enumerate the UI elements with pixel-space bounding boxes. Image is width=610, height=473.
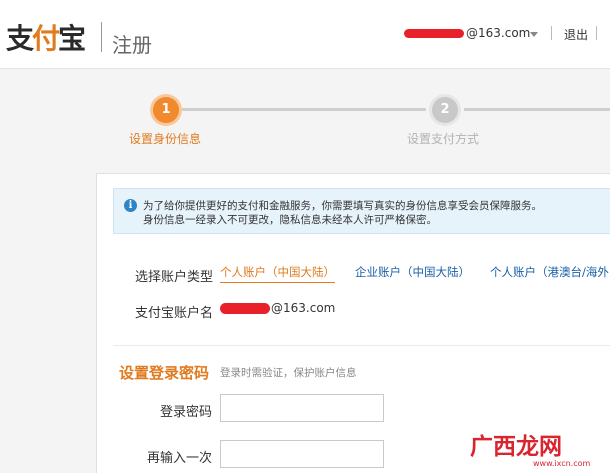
step-1-label: 设置身份信息	[129, 132, 202, 146]
account-name-label: 支付宝账户名	[135, 306, 214, 321]
header-separator	[596, 26, 597, 40]
header-divider	[101, 22, 102, 52]
confirm-password-label: 再输入一次	[147, 451, 213, 466]
site-watermark: 广西龙网	[470, 434, 562, 460]
account-name-domain: @163.com	[271, 301, 336, 315]
step-progress-line	[182, 108, 426, 111]
step-progress-line	[464, 108, 610, 111]
logo-char-1: 支	[6, 22, 34, 55]
account-type-label: 选择账户类型	[135, 270, 214, 285]
password-section-hint: 登录时需验证，保护账户信息	[220, 367, 357, 379]
confirm-password-input[interactable]	[220, 440, 384, 468]
site-watermark-url: www.ixcn.com	[533, 459, 591, 468]
step-1-indicator: 1	[153, 97, 179, 123]
page-title: 注册	[112, 33, 152, 57]
redacted-account-name	[220, 303, 270, 314]
account-type-personal-overseas[interactable]: 个人账户（港澳台/海外	[490, 264, 609, 280]
header-separator	[551, 26, 552, 40]
login-password-label: 登录密码	[160, 405, 213, 420]
logout-link[interactable]: 退出	[564, 26, 588, 43]
alipay-logo[interactable]: 支付宝	[6, 17, 86, 57]
notice-text-line-1: 为了给你提供更好的支付和金融服务，你需要填写真实的身份信息享受会员保障服务。	[143, 200, 542, 212]
account-type-enterprise-mainland[interactable]: 企业账户（中国大陆）	[355, 264, 470, 280]
info-icon: i	[124, 199, 137, 212]
info-notice: i 为了给你提供更好的支付和金融服务，你需要填写真实的身份信息享受会员保障服务。…	[113, 188, 610, 234]
section-divider	[113, 345, 610, 346]
password-section-title: 设置登录密码	[119, 364, 210, 382]
account-type-personal-mainland[interactable]: 个人账户（中国大陆）	[220, 264, 335, 283]
account-email-domain: @163.com	[466, 26, 531, 40]
top-header: 支付宝 注册 @163.com 退出	[0, 0, 610, 69]
step-2-label: 设置支付方式	[407, 132, 480, 146]
logo-char-3: 宝	[58, 22, 86, 55]
redacted-username	[404, 29, 464, 38]
logo-char-2: 付	[32, 22, 60, 55]
notice-text-line-2: 身份信息一经录入不可更改，隐私信息未经本人许可严格保密。	[143, 214, 437, 226]
chevron-down-icon[interactable]	[530, 32, 538, 37]
login-password-input[interactable]	[220, 394, 384, 422]
step-2-indicator: 2	[432, 97, 458, 123]
